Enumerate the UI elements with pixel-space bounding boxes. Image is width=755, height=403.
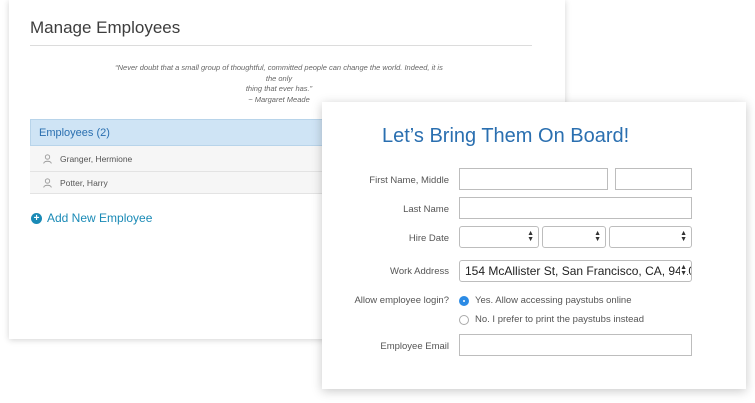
page-title: Manage Employees (30, 18, 181, 37)
login-label: Allow employee login? (354, 295, 449, 306)
quote-text-line2: thing that ever has.” (245, 84, 313, 93)
hire-year-select[interactable]: ▲ ▼ (609, 226, 692, 248)
work-address-label: Work Address (390, 266, 449, 277)
first-name-label: First Name, Middle (369, 175, 449, 186)
list-item[interactable]: Granger, Hermione (30, 146, 340, 172)
login-yes-label: Yes. Allow accessing paystubs online (475, 295, 632, 306)
quote-block: “Never doubt that a small group of thoug… (109, 63, 449, 105)
employee-email-label: Employee Email (380, 341, 449, 352)
employee-name: Potter, Harry (60, 177, 108, 188)
work-address-select[interactable]: 154 McAllister St, San Francisco, CA, 94… (459, 260, 692, 282)
login-yes-option[interactable]: Yes. Allow accessing paystubs online (459, 295, 632, 306)
person-icon (42, 177, 52, 188)
form-title: Let’s Bring Them On Board! (382, 125, 630, 147)
last-name-label: Last Name (403, 204, 449, 215)
middle-name-input[interactable] (615, 168, 692, 190)
add-new-employee-link[interactable]: + Add New Employee (31, 211, 152, 225)
list-item[interactable]: Potter, Harry (30, 172, 340, 194)
radio-unselected[interactable] (459, 314, 469, 325)
hire-month-select[interactable]: ▲ ▼ (459, 226, 539, 248)
select-arrows-icon: ▲ ▼ (680, 230, 687, 243)
select-arrows-icon: ▲ ▼ (680, 264, 687, 277)
first-name-input[interactable] (459, 168, 608, 190)
last-name-input[interactable] (459, 197, 692, 219)
select-arrows-icon: ▲ ▼ (594, 230, 601, 243)
employee-email-input[interactable] (459, 334, 692, 356)
plus-circle-icon: + (31, 212, 42, 224)
login-no-label: No. I prefer to print the paystubs inste… (475, 314, 644, 325)
onboarding-form-panel: Let’s Bring Them On Board! First Name, M… (322, 102, 746, 389)
add-employee-label: Add New Employee (47, 211, 153, 225)
title-divider (30, 45, 532, 46)
radio-selected[interactable] (459, 295, 469, 306)
quote-text-line1: “Never doubt that a small group of thoug… (115, 63, 443, 83)
work-address-value: 154 McAllister St, San Francisco, CA, 94… (465, 264, 692, 278)
employee-name: Granger, Hermione (60, 153, 133, 164)
login-no-option[interactable]: No. I prefer to print the paystubs inste… (459, 314, 644, 325)
hire-day-select[interactable]: ▲ ▼ (542, 226, 606, 248)
person-icon (42, 153, 52, 164)
select-arrows-icon: ▲ ▼ (527, 230, 534, 243)
hire-date-label: Hire Date (408, 233, 449, 244)
employees-header[interactable]: Employees (2) (30, 119, 340, 146)
employee-list: Granger, Hermione Potter, Harry (30, 146, 340, 194)
